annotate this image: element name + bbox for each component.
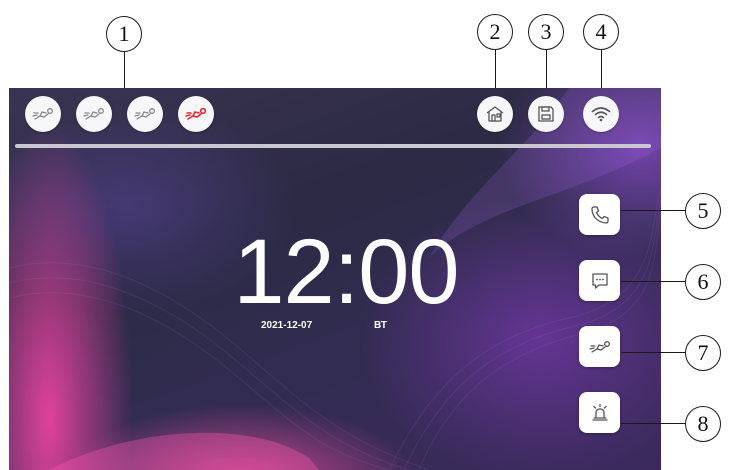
- alarm-button[interactable]: [579, 392, 620, 433]
- storage-button[interactable]: [528, 96, 564, 132]
- status-bar-divider: [15, 144, 651, 148]
- intruder-button[interactable]: [579, 326, 620, 367]
- home-icon: [486, 106, 504, 122]
- intercom-screen: 12:00 2021-12-07 ВТ: [9, 88, 661, 470]
- intruder-icon: [134, 108, 155, 120]
- clock-date: 2021-12-07: [261, 320, 313, 331]
- callout-6: 6: [685, 264, 721, 300]
- callout-5: 5: [685, 193, 721, 229]
- call-button[interactable]: [579, 194, 620, 235]
- callout-8: 8: [685, 406, 721, 442]
- callout-5-leader: [621, 210, 685, 212]
- message-icon: [591, 272, 608, 289]
- intruder-icon: [588, 340, 610, 353]
- clock-day: ВТ: [374, 320, 387, 331]
- callout-7-leader: [621, 352, 685, 354]
- messages-button[interactable]: [579, 260, 620, 301]
- clock-time: 12:00: [233, 221, 459, 323]
- phone-icon: [590, 205, 609, 224]
- callout-8-leader: [621, 423, 685, 425]
- callout-1: 1: [106, 16, 142, 52]
- zone-1-status[interactable]: [25, 96, 61, 132]
- zone-2-status[interactable]: [76, 96, 112, 132]
- zone-3-status[interactable]: [127, 96, 163, 132]
- callout-6-leader: [621, 281, 685, 283]
- zone-4-status-alarm[interactable]: [178, 96, 214, 132]
- intruder-icon: [83, 108, 104, 120]
- callout-3: 3: [528, 14, 564, 50]
- wifi-icon: [591, 107, 611, 122]
- intruder-icon: [32, 108, 53, 120]
- floppy-disk-icon: [538, 106, 554, 122]
- home-button[interactable]: [477, 96, 513, 132]
- wifi-button[interactable]: [583, 96, 619, 132]
- alarm-siren-icon: [591, 403, 608, 421]
- callout-7: 7: [685, 335, 721, 371]
- callout-4: 4: [583, 14, 619, 50]
- callout-2: 2: [477, 14, 513, 50]
- intruder-alarm-icon: [185, 107, 207, 120]
